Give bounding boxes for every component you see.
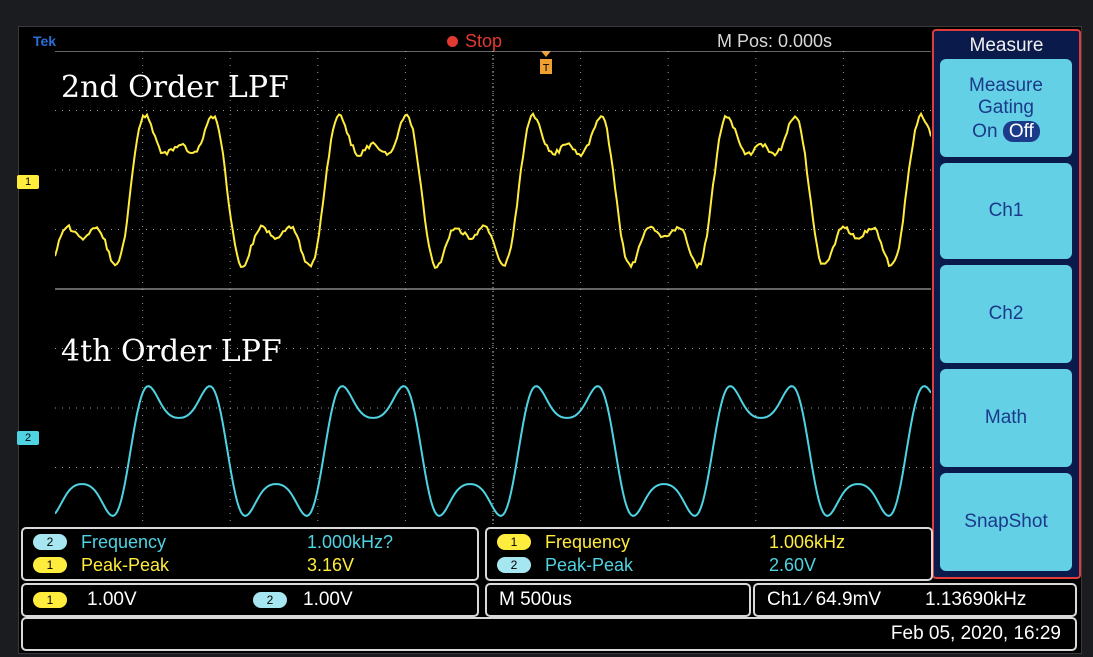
trigger-frequency: 1.13690kHz (925, 589, 1026, 611)
measurement-name: Peak-Peak (81, 554, 169, 576)
graticule: 2nd Order LPF 4th Order LPF (55, 51, 931, 527)
datetime-readout: Feb 05, 2020, 16:29 (891, 623, 1061, 645)
channel-badge: 1 (497, 534, 531, 550)
ch1-waveform (55, 114, 931, 268)
upper-trace-label: 2nd Order LPF (61, 71, 289, 105)
measurement-value: 3.16V (307, 554, 354, 576)
measurement-row: 1 Peak-Peak 3.16V (23, 554, 477, 576)
waveform-display (55, 51, 931, 527)
datetime-bar: Feb 05, 2020, 16:29 (21, 617, 1077, 651)
measurement-value: 1.000kHz? (307, 531, 393, 553)
gating-off-option[interactable]: Off (1003, 121, 1040, 142)
timebase-value: M 500us (499, 589, 572, 611)
channel-badge: 2 (33, 534, 67, 550)
ch2-ground-marker[interactable]: 2 (17, 431, 39, 445)
measurement-panel-right: 1 Frequency 1.006kHz 2 Peak-Peak 2.60V (485, 527, 933, 581)
measurement-value: 2.60V (769, 554, 816, 576)
menu-snapshot-button[interactable]: SnapShot (940, 473, 1072, 571)
gating-on-option[interactable]: On (972, 121, 997, 142)
measurement-name: Frequency (81, 531, 166, 553)
menu-ch1-button[interactable]: Ch1 (940, 163, 1072, 259)
ch1-ground-marker[interactable]: 1 (17, 175, 39, 189)
menu-title: Measure (934, 35, 1079, 57)
channel-badge: 2 (497, 557, 531, 573)
trigger-level: Ch1 ⁄ 64.9mV (767, 589, 881, 611)
stop-indicator-icon (447, 36, 458, 47)
gating-toggle[interactable]: On Off (940, 121, 1072, 143)
oscilloscope-screen: Tek Stop M Pos: 0.000s T 2nd Order LPF 4… (18, 26, 1082, 654)
ch1-badge: 1 (33, 592, 67, 608)
horizontal-position-readout: M Pos: 0.000s (717, 31, 832, 51)
ch2-scale: 1.00V (303, 589, 353, 611)
measurement-name: Peak-Peak (545, 554, 633, 576)
measure-menu: Measure Measure Gating On Off Ch1 Ch2 Ma… (932, 29, 1081, 579)
measurement-panel-left: 2 Frequency 1.000kHz? 1 Peak-Peak 3.16V (21, 527, 479, 581)
menu-math-button[interactable]: Math (940, 369, 1072, 467)
gating-label-line1: Measure (940, 75, 1072, 97)
measurement-row: 2 Peak-Peak 2.60V (487, 554, 931, 576)
measurement-row: 1 Frequency 1.006kHz (487, 531, 931, 553)
gating-label-line2: Gating (940, 97, 1072, 119)
menu-ch2-button[interactable]: Ch2 (940, 265, 1072, 363)
timebase-readout[interactable]: M 500us (485, 583, 751, 617)
ch2-badge: 2 (253, 592, 287, 608)
acquisition-state: Stop (465, 31, 502, 51)
vertical-scale-readout[interactable]: 1 1.00V 2 1.00V (21, 583, 479, 617)
measure-gating-button[interactable]: Measure Gating On Off (940, 59, 1072, 157)
measurement-row: 2 Frequency 1.000kHz? (23, 531, 477, 553)
brand-logo: Tek (33, 31, 56, 51)
trigger-readout[interactable]: Ch1 ⁄ 64.9mV 1.13690kHz (753, 583, 1077, 617)
ch1-scale: 1.00V (87, 589, 137, 611)
measurement-name: Frequency (545, 531, 630, 553)
channel-badge: 1 (33, 557, 67, 573)
measurement-value: 1.006kHz (769, 531, 845, 553)
lower-trace-label: 4th Order LPF (61, 335, 282, 369)
